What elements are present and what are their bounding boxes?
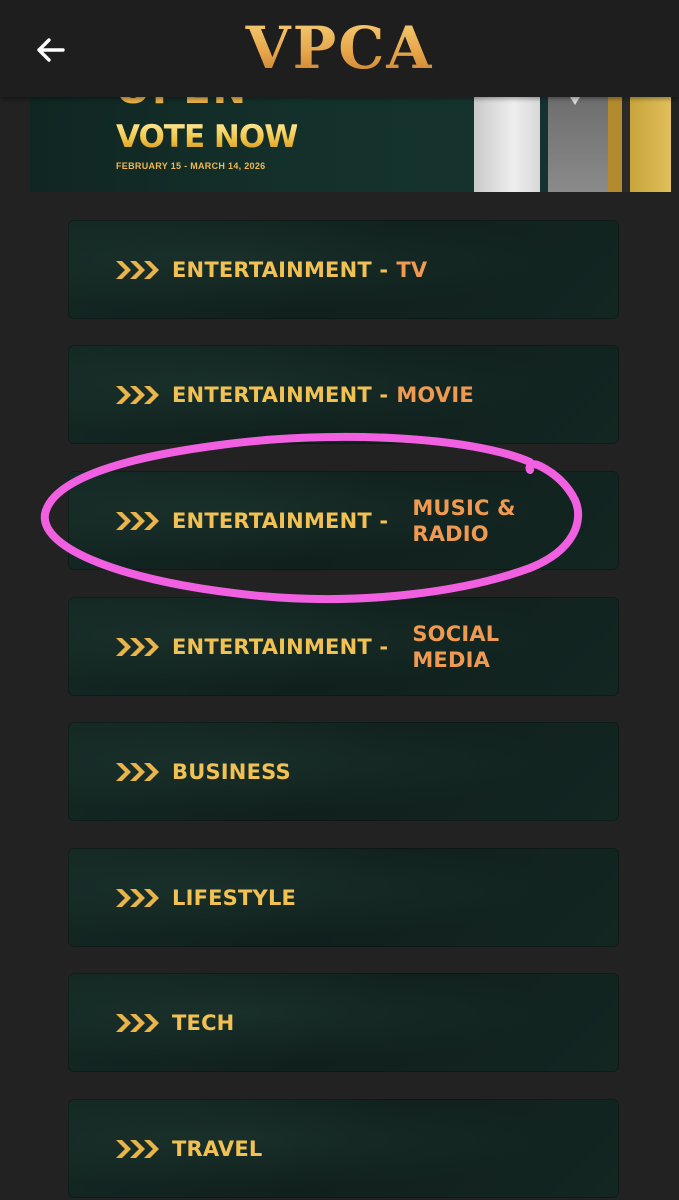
category-entertainment-movie[interactable]: ENTERTAINMENT - MOVIE bbox=[68, 345, 619, 444]
category-label: ENTERTAINMENT - TV bbox=[172, 220, 427, 319]
category-travel[interactable]: TRAVEL bbox=[68, 1099, 619, 1198]
category-main: ENTERTAINMENT - bbox=[172, 382, 389, 407]
banner-open-text: OPEN bbox=[116, 97, 248, 113]
triple-chevron-icon bbox=[116, 386, 159, 404]
banner-photo-segment bbox=[548, 97, 608, 192]
category-main: TECH bbox=[172, 1010, 235, 1035]
banner-dates: FEBRUARY 15 - MARCH 14, 2026 bbox=[116, 161, 266, 171]
vpca-logo: VPCA bbox=[0, 14, 679, 82]
banner-photo-segment bbox=[608, 97, 622, 192]
category-main: TRAVEL bbox=[172, 1136, 263, 1161]
category-label: BUSINESS bbox=[172, 722, 291, 821]
category-sub: MUSIC & RADIO bbox=[412, 495, 516, 546]
category-main: ENTERTAINMENT - bbox=[172, 634, 389, 659]
category-sub: TV bbox=[396, 257, 428, 282]
category-entertainment-social-media[interactable]: ENTERTAINMENT - SOCIAL MEDIA bbox=[68, 597, 619, 696]
category-entertainment-tv[interactable]: ENTERTAINMENT - TV bbox=[68, 220, 619, 319]
app-header: VPCA bbox=[0, 0, 679, 97]
banner-photo-segment bbox=[474, 97, 540, 192]
category-entertainment-music-radio[interactable]: ENTERTAINMENT - MUSIC & RADIO bbox=[68, 471, 619, 570]
triple-chevron-icon bbox=[116, 512, 159, 530]
category-sub: SOCIAL MEDIA bbox=[412, 621, 500, 672]
category-label: TECH bbox=[172, 973, 234, 1072]
vote-now-banner[interactable]: OPEN VOTE NOW FEBRUARY 15 - MARCH 14, 20… bbox=[30, 97, 671, 192]
banner-photo-segment bbox=[622, 97, 630, 192]
triple-chevron-icon bbox=[116, 1140, 159, 1158]
triple-chevron-icon bbox=[116, 638, 159, 656]
category-label: ENTERTAINMENT - SOCIAL MEDIA bbox=[172, 597, 532, 696]
category-main: LIFESTYLE bbox=[172, 885, 297, 910]
banner-title: VOTE NOW bbox=[116, 119, 298, 155]
category-sub: MOVIE bbox=[396, 382, 474, 407]
triple-chevron-icon bbox=[116, 261, 159, 279]
banner-photo-segment bbox=[630, 97, 671, 192]
category-main: BUSINESS bbox=[172, 759, 291, 784]
category-main: ENTERTAINMENT - bbox=[172, 257, 389, 282]
category-business[interactable]: BUSINESS bbox=[68, 722, 619, 821]
category-label: LIFESTYLE bbox=[172, 848, 296, 947]
category-main: ENTERTAINMENT - bbox=[172, 508, 389, 533]
category-tech[interactable]: TECH bbox=[68, 973, 619, 1072]
category-label: ENTERTAINMENT - MOVIE bbox=[172, 345, 474, 444]
category-lifestyle[interactable]: LIFESTYLE bbox=[68, 848, 619, 947]
triple-chevron-icon bbox=[116, 889, 159, 907]
triple-chevron-icon bbox=[116, 1014, 159, 1032]
category-label: TRAVEL bbox=[172, 1099, 263, 1198]
category-label: ENTERTAINMENT - MUSIC & RADIO bbox=[172, 471, 532, 570]
triple-chevron-icon bbox=[116, 763, 159, 781]
